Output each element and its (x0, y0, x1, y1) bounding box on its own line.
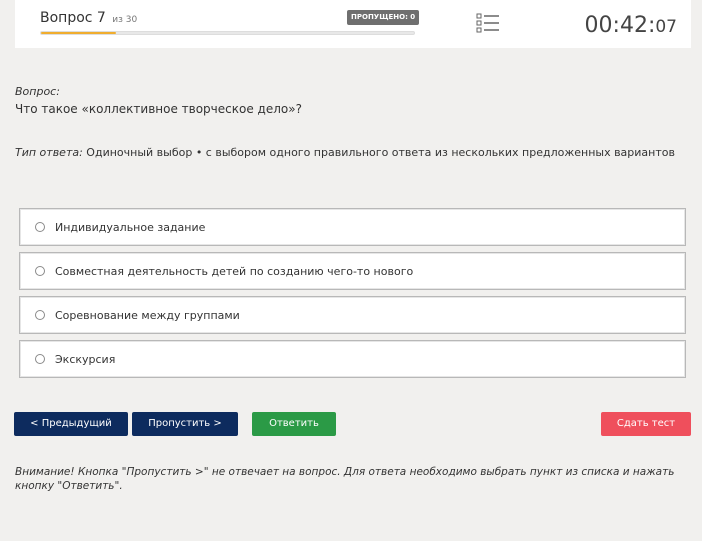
answer-button[interactable]: Ответить (252, 412, 336, 436)
radio-button[interactable] (35, 310, 45, 320)
finish-test-button[interactable]: Сдать тест (601, 412, 691, 436)
top-bar: Вопрос 7 из 30 ПРОПУЩЕНО: 0 00:42:07 (15, 0, 691, 48)
answer-option-label: Соревнование между группами (55, 309, 240, 322)
answer-option-label: Совместная деятельность детей по создани… (55, 265, 414, 278)
skip-button[interactable]: Пропустить > (132, 412, 238, 436)
progress-bar (40, 31, 415, 35)
answer-type-label: Тип ответа: (15, 146, 83, 159)
answer-option-label: Экскурсия (55, 353, 116, 366)
answer-option[interactable]: Совместная деятельность детей по создани… (19, 252, 686, 290)
answer-type-text: Одиночный выбор • с выбором одного прави… (82, 146, 675, 159)
question-label: Вопрос: (15, 85, 60, 98)
previous-button[interactable]: < Предыдущий (14, 412, 128, 436)
question-total: из 30 (112, 15, 138, 25)
answer-option[interactable]: Индивидуальное задание (19, 208, 686, 246)
question-counter: Вопрос 7 из 30 (40, 10, 137, 26)
answer-option[interactable]: Экскурсия (19, 340, 686, 378)
answer-type: Тип ответа: Одиночный выбор • с выбором … (15, 146, 675, 159)
progress-fill (41, 32, 116, 34)
question-number: Вопрос 7 (40, 10, 106, 26)
radio-button[interactable] (35, 266, 45, 276)
timer-main: 00:42: (584, 13, 656, 38)
answer-option[interactable]: Соревнование между группами (19, 296, 686, 334)
timer: 00:42:07 (585, 13, 677, 38)
question-text: Что такое «коллективное творческое дело»… (15, 102, 302, 116)
timer-seconds: 07 (655, 17, 677, 37)
radio-button[interactable] (35, 354, 45, 364)
answer-option-label: Индивидуальное задание (55, 221, 206, 234)
list-icon[interactable] (476, 12, 500, 34)
skipped-badge: ПРОПУЩЕНО: 0 (347, 10, 420, 25)
radio-button[interactable] (35, 222, 45, 232)
notice-text: Внимание! Кнопка "Пропустить >" не отвеч… (15, 466, 675, 492)
